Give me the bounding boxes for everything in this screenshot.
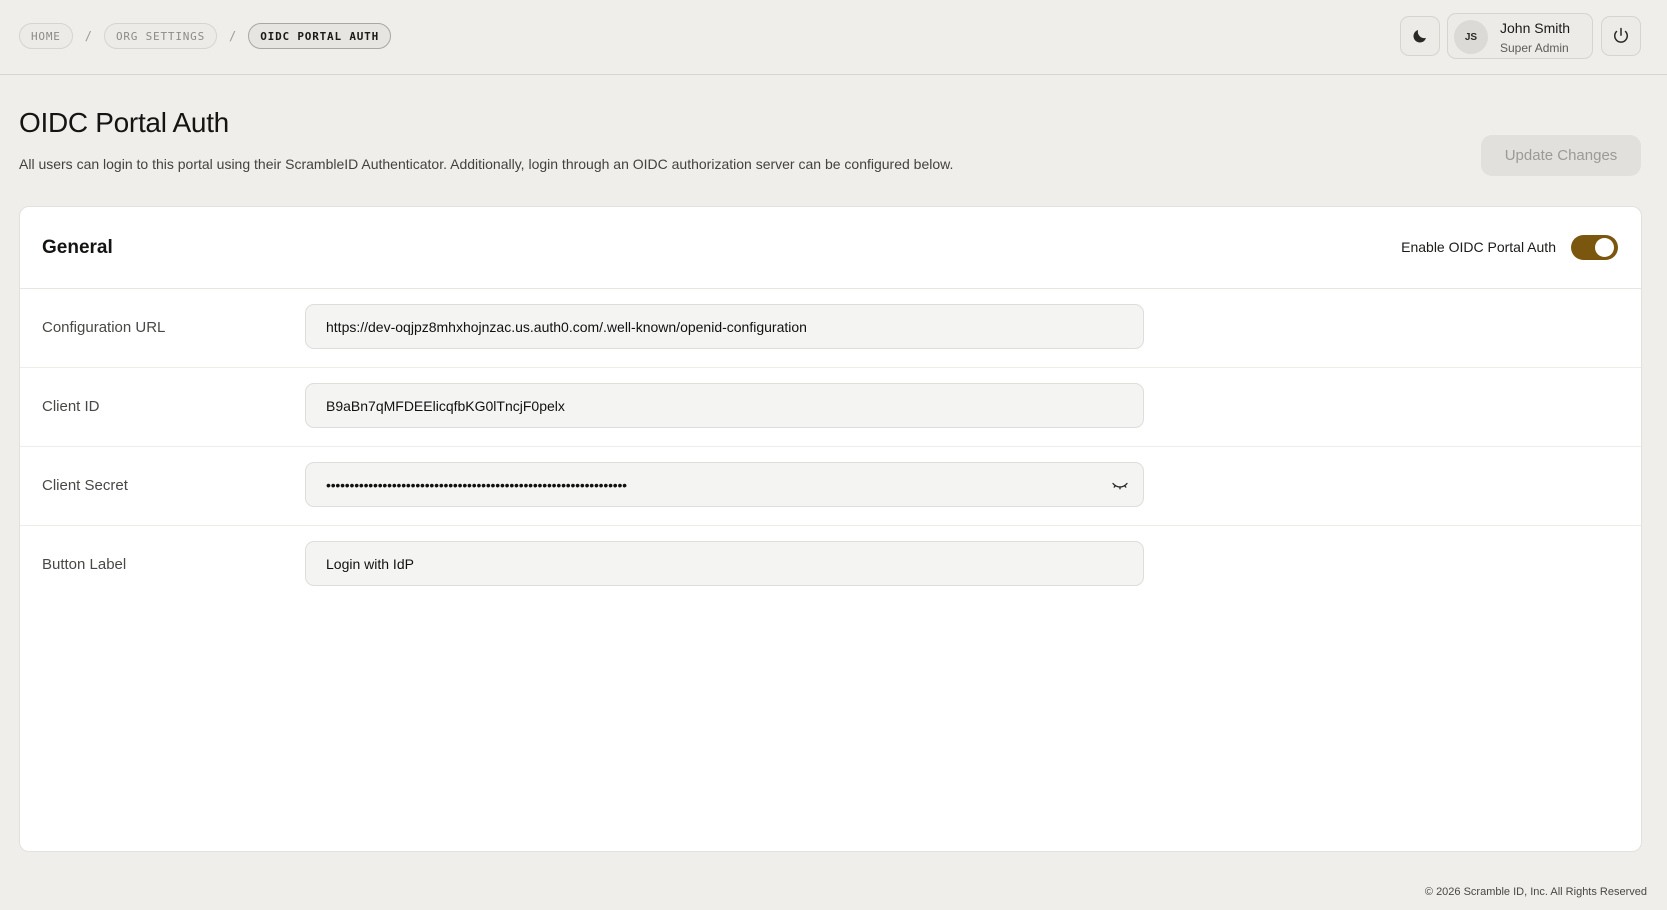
field-row-configuration-url: Configuration URL <box>20 289 1641 368</box>
theme-toggle-button[interactable] <box>1400 16 1440 56</box>
logout-button[interactable] <box>1601 16 1641 56</box>
eye-closed-icon[interactable] <box>1111 477 1129 493</box>
field-label: Configuration URL <box>42 319 166 336</box>
enable-oidc-toggle[interactable] <box>1571 235 1618 260</box>
button-label-field[interactable] <box>305 541 1144 586</box>
breadcrumb-separator: / <box>84 29 92 43</box>
card-header: General Enable OIDC Portal Auth <box>20 207 1641 289</box>
general-settings-card: General Enable OIDC Portal Auth Configur… <box>19 206 1642 852</box>
moon-icon <box>1413 30 1426 43</box>
field-label: Button Label <box>42 556 127 573</box>
breadcrumb-org-settings[interactable]: ORG SETTINGS <box>103 23 218 49</box>
field-row-client-id: Client ID <box>20 368 1641 447</box>
toggle-knob <box>1595 238 1614 257</box>
card-title: General <box>42 237 113 258</box>
button-label-input[interactable] <box>326 555 1123 572</box>
user-name: John Smith <box>1500 20 1571 36</box>
breadcrumb-separator: / <box>229 29 237 43</box>
enable-oidc-label: Enable OIDC Portal Auth <box>1401 239 1556 255</box>
breadcrumb-home[interactable]: HOME <box>19 23 73 49</box>
power-icon <box>1614 27 1628 43</box>
top-bar: HOME / ORG SETTINGS / OIDC PORTAL AUTH J… <box>0 0 1667 75</box>
configuration-url-field[interactable] <box>305 304 1144 349</box>
user-menu[interactable]: JS John Smith Super Admin <box>1447 13 1593 59</box>
client-id-input[interactable] <box>326 397 1123 414</box>
client-secret-field[interactable]: ••••••••••••••••••••••••••••••••••••••••… <box>305 462 1144 507</box>
user-role: Super Admin <box>1500 41 1569 55</box>
client-id-field[interactable] <box>305 383 1144 428</box>
configuration-url-input[interactable] <box>326 318 1123 335</box>
breadcrumb: HOME / ORG SETTINGS / OIDC PORTAL AUTH <box>19 23 392 49</box>
page-title: OIDC Portal Auth <box>19 107 229 138</box>
page-description: All users can login to this portal using… <box>19 156 954 172</box>
breadcrumb-oidc-portal-auth: OIDC PORTAL AUTH <box>248 23 392 49</box>
field-label: Client Secret <box>42 477 128 494</box>
field-row-button-label: Button Label <box>20 526 1641 605</box>
update-changes-button[interactable]: Update Changes <box>1481 135 1641 176</box>
avatar: JS <box>1454 20 1488 54</box>
client-secret-input[interactable]: ••••••••••••••••••••••••••••••••••••••••… <box>326 477 1123 493</box>
field-row-client-secret: Client Secret ••••••••••••••••••••••••••… <box>20 447 1641 526</box>
field-label: Client ID <box>42 398 100 415</box>
footer-copyright: © 2026 Scramble ID, Inc. All Rights Rese… <box>1424 886 1647 898</box>
